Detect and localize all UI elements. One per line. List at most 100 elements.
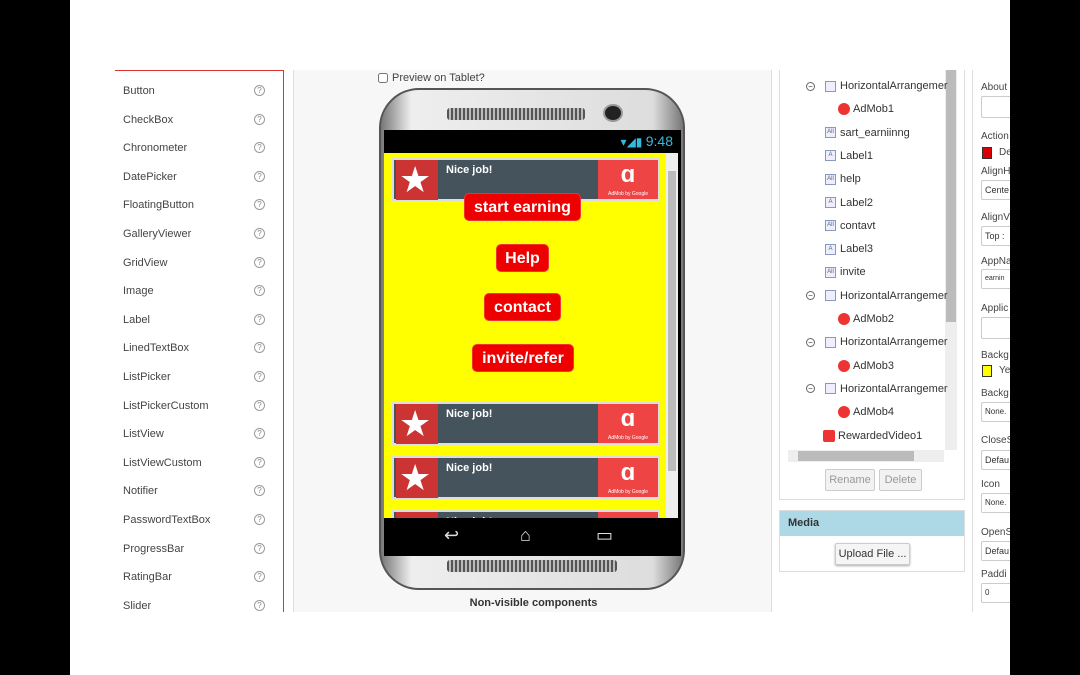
- background-color-swatch[interactable]: [982, 365, 992, 377]
- tree-horizontal-scrollbar[interactable]: [788, 450, 944, 462]
- back-icon[interactable]: ↩: [444, 525, 459, 546]
- help-icon[interactable]: ?: [254, 599, 265, 611]
- align-h-select[interactable]: Cente: [981, 180, 1010, 200]
- prop-close-screen-anim: CloseS: [981, 435, 1010, 446]
- palette-item-label: ListPicker: [123, 371, 171, 383]
- palette-item-label: DatePicker: [123, 170, 177, 183]
- align-v-select[interactable]: Top :: [981, 226, 1010, 246]
- preview-checkbox[interactable]: [378, 73, 388, 84]
- help-icon[interactable]: ?: [254, 142, 265, 154]
- help-icon[interactable]: ?: [254, 456, 265, 468]
- action-color-swatch[interactable]: [982, 147, 992, 159]
- palette-item-label[interactable]: Label?: [123, 310, 273, 330]
- tree-node[interactable]: All invite: [825, 263, 866, 281]
- tree-node[interactable]: − HorizontalArrangemer: [806, 287, 948, 305]
- help-icon[interactable]: ?: [254, 85, 265, 96]
- rename-button[interactable]: Rename: [825, 469, 875, 491]
- help-icon[interactable]: ?: [254, 342, 265, 354]
- help-icon[interactable]: ?: [254, 113, 265, 125]
- help-icon[interactable]: ?: [254, 571, 265, 583]
- status-time: 9:48: [645, 133, 673, 149]
- tree-node[interactable]: All sart_earniinng: [825, 124, 910, 142]
- tree-node[interactable]: A Label3: [825, 240, 873, 258]
- help-icon[interactable]: ?: [254, 514, 265, 525]
- preview-tablet-checkbox[interactable]: Preview on Tablet?: [378, 72, 485, 84]
- arrangement-icon: [825, 383, 836, 395]
- palette-item-datepicker[interactable]: DatePicker?: [123, 167, 273, 187]
- help-icon[interactable]: ?: [254, 199, 265, 211]
- help-icon[interactable]: ?: [254, 371, 265, 382]
- palette-item-listpickercustom[interactable]: ListPickerCustom?: [123, 396, 273, 416]
- recents-icon[interactable]: ▭: [596, 525, 613, 546]
- upload-file-button[interactable]: Upload File ...: [835, 543, 910, 565]
- tree-node[interactable]: RewardedVideo1: [823, 427, 922, 445]
- tree-node[interactable]: AdMob3: [838, 357, 894, 375]
- tree-node[interactable]: − HorizontalArrangemer: [806, 333, 948, 351]
- help-icon[interactable]: ?: [254, 170, 265, 182]
- palette-item-floatingbutton[interactable]: FloatingButton?: [123, 195, 273, 215]
- admob-banner[interactable]: ★Nice job!ɑAdMob by Google: [392, 456, 660, 499]
- screen-button-help[interactable]: Help: [496, 244, 549, 272]
- admob-logo: ɑAdMob by Google: [598, 160, 658, 199]
- about-field[interactable]: [981, 96, 1010, 118]
- home-icon[interactable]: ⌂: [520, 525, 531, 546]
- palette-item-image[interactable]: Image?: [123, 281, 273, 301]
- collapse-icon[interactable]: −: [806, 81, 815, 91]
- collapse-icon[interactable]: −: [806, 337, 815, 347]
- application-field[interactable]: [981, 317, 1010, 339]
- tree-node[interactable]: AdMob4: [838, 403, 894, 421]
- palette-item-galleryviewer[interactable]: GalleryViewer?: [123, 224, 273, 244]
- close-anim-select[interactable]: Defau: [981, 450, 1010, 470]
- palette-item-progressbar[interactable]: ProgressBar?: [123, 539, 273, 559]
- palette-item-listviewcustom[interactable]: ListViewCustom?: [123, 453, 273, 473]
- tree-node[interactable]: AdMob1: [838, 100, 894, 118]
- screen-button-invite-refer[interactable]: invite/refer: [472, 344, 574, 372]
- palette-item-slider[interactable]: Slider?: [123, 596, 273, 616]
- screen-button-start-earning[interactable]: start earning: [464, 193, 581, 221]
- appname-field[interactable]: earnin: [981, 269, 1010, 289]
- palette-item-ratingbar[interactable]: RatingBar?: [123, 567, 273, 587]
- camera: [603, 104, 623, 122]
- button-icon: All: [825, 127, 836, 139]
- screen-button-contact[interactable]: contact: [484, 293, 561, 321]
- background-image-field[interactable]: None.: [981, 402, 1010, 422]
- palette-item-checkbox[interactable]: CheckBox?: [123, 110, 273, 130]
- tree-node[interactable]: − HorizontalArrangemer: [806, 380, 948, 398]
- screen-scrollbar[interactable]: [666, 153, 678, 518]
- button-icon: All: [825, 220, 836, 232]
- help-icon[interactable]: ?: [254, 399, 265, 411]
- palette-item-label: LinedTextBox: [123, 342, 190, 355]
- tree-node[interactable]: A Label2: [825, 194, 873, 212]
- collapse-icon[interactable]: −: [806, 291, 815, 301]
- tree-node[interactable]: All contavt: [825, 217, 875, 235]
- button-icon: All: [825, 173, 836, 185]
- admob-banner[interactable]: ★Nice job!ɑAdMob by Google: [392, 510, 660, 518]
- palette-item-gridview[interactable]: GridView?: [123, 253, 273, 273]
- palette-item-passwordtextbox[interactable]: PasswordTextBox?: [123, 510, 273, 530]
- admob-banner[interactable]: ★Nice job!ɑAdMob by Google: [392, 402, 660, 445]
- icon-field[interactable]: None.: [981, 493, 1010, 513]
- help-icon[interactable]: ?: [254, 256, 265, 268]
- palette-item-listview[interactable]: ListView?: [123, 424, 273, 444]
- tree-node[interactable]: A Label1: [825, 147, 873, 165]
- padding-field[interactable]: 0: [981, 583, 1010, 603]
- open-anim-select[interactable]: Defau: [981, 541, 1010, 561]
- help-icon[interactable]: ?: [254, 313, 265, 325]
- tree-node[interactable]: − HorizontalArrangemer: [806, 77, 948, 95]
- collapse-icon[interactable]: −: [806, 384, 815, 394]
- media-header: Media: [780, 511, 964, 536]
- help-icon[interactable]: ?: [254, 428, 265, 440]
- help-icon[interactable]: ?: [254, 228, 265, 239]
- palette-item-chronometer[interactable]: Chronometer?: [123, 138, 273, 158]
- palette-item-notifier[interactable]: Notifier?: [123, 481, 273, 501]
- tree-node[interactable]: All help: [825, 170, 861, 188]
- palette-item-button[interactable]: Button?: [123, 81, 273, 101]
- palette-item-listpicker[interactable]: ListPicker?: [123, 367, 273, 387]
- delete-button[interactable]: Delete: [879, 469, 922, 491]
- tree-node[interactable]: AdMob2: [838, 310, 894, 328]
- help-icon[interactable]: ?: [254, 485, 265, 497]
- palette-item-linedtextbox[interactable]: LinedTextBox?: [123, 338, 273, 358]
- tree-node-label: HorizontalArrangemer: [840, 336, 948, 349]
- help-icon[interactable]: ?: [254, 285, 265, 297]
- help-icon[interactable]: ?: [254, 542, 265, 554]
